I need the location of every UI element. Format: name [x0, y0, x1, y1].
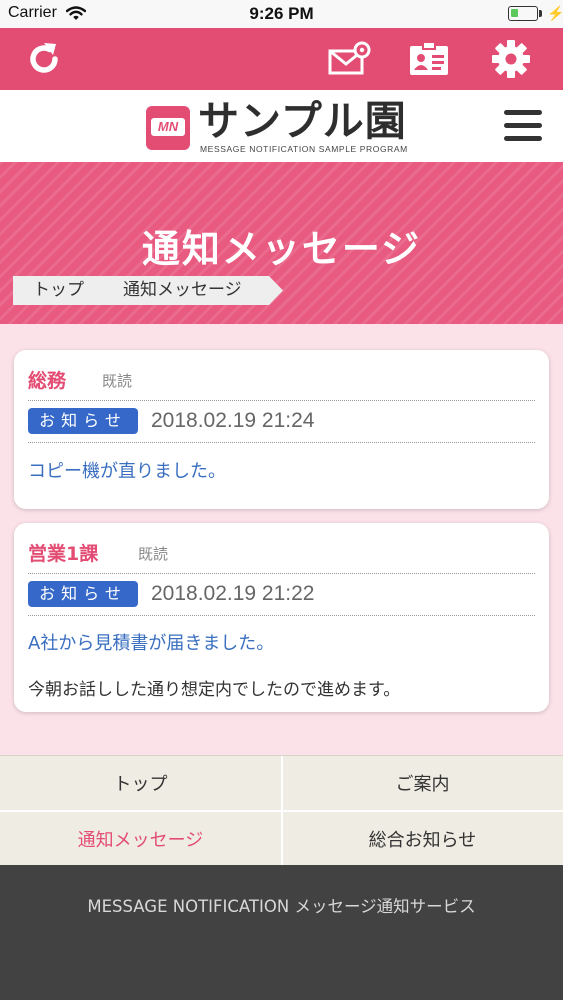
- read-status: 既読: [102, 372, 133, 390]
- menu-item-guide[interactable]: ご案内: [282, 756, 563, 810]
- breadcrumb-top[interactable]: トップ: [13, 276, 117, 305]
- hamburger-menu-icon[interactable]: [500, 104, 546, 148]
- message-card[interactable]: 総務 既読 お知らせ 2018.02.19 21:24 コピー機が直りました。: [14, 350, 549, 509]
- divider: [28, 442, 535, 443]
- message-subject[interactable]: A社から見積書が届きました。: [28, 629, 274, 655]
- message-department: 営業1課: [28, 543, 99, 565]
- page-header: 通知メッセージ 通知メッセージ トップ: [0, 162, 563, 324]
- logo-bar: MN サンプル園 MESSAGE NOTIFICATION SAMPLE PRO…: [0, 90, 563, 162]
- message-datetime: 2018.02.19 21:22: [151, 582, 315, 605]
- menu-item-top[interactable]: トップ: [0, 756, 281, 810]
- message-body: 今朝お話しした通り想定内でしたので進めます。: [28, 680, 401, 700]
- app-subtitle: MESSAGE NOTIFICATION SAMPLE PROGRAM: [200, 144, 408, 154]
- bottom-menu: トップ ご案内 通知メッセージ 総合お知らせ: [0, 755, 563, 866]
- battery-icon: [508, 6, 538, 21]
- mail-settings-icon[interactable]: [325, 36, 373, 82]
- charging-icon: ⚡: [547, 5, 563, 21]
- message-datetime: 2018.02.19 21:24: [151, 409, 315, 432]
- logo-mark: MN: [146, 106, 190, 150]
- refresh-icon[interactable]: [20, 36, 68, 82]
- message-department: 総務: [28, 370, 67, 392]
- footer-text: MESSAGE NOTIFICATION メッセージ通知サービス: [87, 897, 476, 916]
- divider: [28, 400, 535, 401]
- category-badge: お知らせ: [28, 581, 138, 607]
- menu-divider: [0, 810, 563, 812]
- message-card[interactable]: 営業1課 既読 お知らせ 2018.02.19 21:22 A社から見積書が届き…: [14, 523, 549, 712]
- divider: [28, 615, 535, 616]
- battery-tip: [539, 10, 542, 17]
- page-title: 通知メッセージ: [141, 227, 422, 271]
- clock: 9:26 PM: [249, 4, 314, 23]
- breadcrumb-current: 通知メッセージ: [101, 276, 283, 305]
- footer: MESSAGE NOTIFICATION メッセージ通知サービス: [0, 865, 563, 1000]
- read-status: 既読: [138, 545, 169, 563]
- top-toolbar: [0, 28, 563, 90]
- divider: [28, 573, 535, 574]
- app-title: サンプル園: [198, 97, 407, 145]
- category-badge: お知らせ: [28, 408, 138, 434]
- status-bar: Carrier 9:26 PM ⚡: [0, 0, 563, 28]
- menu-item-general-news[interactable]: 総合お知らせ: [282, 812, 563, 866]
- menu-item-notifications[interactable]: 通知メッセージ: [0, 812, 281, 866]
- message-subject[interactable]: コピー機が直りました。: [28, 457, 226, 483]
- id-card-icon[interactable]: [405, 36, 453, 82]
- gear-icon[interactable]: [487, 36, 535, 82]
